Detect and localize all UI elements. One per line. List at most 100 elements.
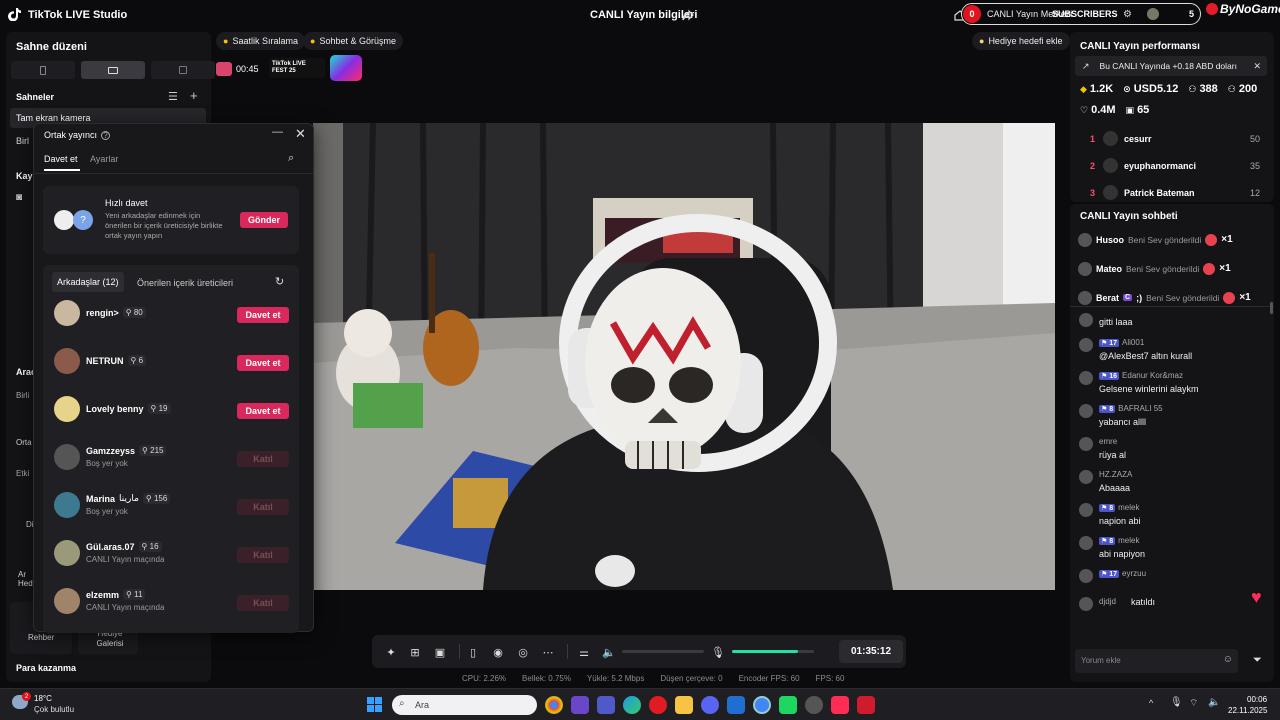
volume-slider[interactable] xyxy=(622,650,704,653)
tab-suggested[interactable]: Önerilen içerik üreticileri xyxy=(137,278,233,288)
speaker-icon[interactable]: 🔈 xyxy=(602,645,616,659)
scene-item-2[interactable]: Birl xyxy=(16,136,29,146)
mail-icon[interactable] xyxy=(727,696,745,714)
ranking-row[interactable]: 1 cesurr 50 xyxy=(1070,128,1274,155)
chat-message[interactable]: ⚑ 8 melek abi napiyon xyxy=(1079,534,1267,567)
chat-username[interactable]: melek xyxy=(1118,503,1139,512)
close-icon[interactable]: ✕ xyxy=(295,126,306,142)
mic-level-slider[interactable] xyxy=(732,650,814,653)
chat-message[interactable]: ⚑ 8 melek napion abi xyxy=(1079,501,1267,534)
mixer-icon[interactable]: ⚌ xyxy=(577,645,591,659)
invite-button[interactable]: Davet et xyxy=(237,307,289,323)
user-icon: ⚲ xyxy=(126,590,135,599)
chrome-active-icon[interactable] xyxy=(753,696,771,714)
file-explorer-icon[interactable] xyxy=(675,696,693,714)
obs-icon[interactable] xyxy=(805,696,823,714)
rank-number: 3 xyxy=(1090,188,1096,198)
tab-invite[interactable]: Davet et xyxy=(44,154,78,164)
microphone-icon[interactable]: 🎙 xyxy=(1170,697,1183,708)
tab-settings[interactable]: Ayarlar xyxy=(90,154,118,164)
chat-username[interactable]: BAFRALI 55 xyxy=(1118,404,1162,413)
avatar[interactable] xyxy=(54,348,80,374)
add-scene-icon[interactable]: + xyxy=(190,88,198,103)
clock-date[interactable]: 22.11.2025 xyxy=(1228,706,1267,715)
chat-username[interactable]: HZ.ZAZA xyxy=(1099,470,1132,479)
landscape-layout-button[interactable] xyxy=(81,61,145,79)
portrait-layout-button[interactable] xyxy=(11,61,75,79)
chat-message[interactable]: HZ.ZAZA Abaaaa xyxy=(1079,468,1267,501)
bynogame-logo-icon xyxy=(1206,3,1218,15)
more-icon[interactable]: ⋯ xyxy=(541,645,555,659)
list-icon[interactable]: ☰ xyxy=(168,90,178,103)
avatar[interactable] xyxy=(1147,8,1159,20)
minimize-icon[interactable]: — xyxy=(272,126,283,138)
hourly-ranking-chip[interactable]: ● Saatlik Sıralama xyxy=(216,32,305,50)
chat-username[interactable]: Ali001 xyxy=(1122,338,1144,347)
chat-username[interactable]: djdjd xyxy=(1099,597,1116,606)
youtube-icon[interactable] xyxy=(857,696,875,714)
chat-username[interactable]: Edanur Kor&maz xyxy=(1122,371,1183,380)
search-icon[interactable]: ⌕ xyxy=(288,152,294,165)
refresh-icon[interactable]: ↻ xyxy=(275,275,284,288)
avatar[interactable] xyxy=(54,396,80,422)
ranking-row[interactable]: 2 eyuphanormanci 35 xyxy=(1070,155,1274,182)
clock-time[interactable]: 00:06 xyxy=(1247,695,1267,704)
layout-icon[interactable]: ▣ xyxy=(433,645,447,659)
gift-goal-chip[interactable]: ● Hediye hedefi ekle xyxy=(972,32,1070,50)
send-button[interactable]: Gönder xyxy=(240,212,288,228)
chat-message[interactable]: gitti laaa xyxy=(1079,311,1267,336)
camera-icon[interactable]: ◙ xyxy=(16,192,22,203)
invite-button[interactable]: Davet et xyxy=(237,403,289,419)
slack-icon[interactable] xyxy=(571,696,589,714)
teams-icon[interactable] xyxy=(597,696,615,714)
avatar[interactable] xyxy=(54,444,80,470)
video-preview[interactable] xyxy=(313,123,1055,590)
taskbar-search[interactable]: ⌕ Ara xyxy=(392,695,537,715)
windows-start-icon[interactable] xyxy=(367,697,382,712)
settings-icon[interactable]: ⚙ xyxy=(1123,9,1132,20)
phone-icon[interactable]: ▯ xyxy=(466,645,480,659)
chat-message[interactable]: ⚑ 16 Edanur Kor&maz Gelsene winlerini alay… xyxy=(1079,369,1267,402)
chat-message[interactable]: ⚑ 17 eyrzuu xyxy=(1079,567,1267,595)
chrome-icon[interactable] xyxy=(545,696,563,714)
heart-icon[interactable]: ♥ xyxy=(1251,587,1262,608)
chat-username[interactable]: melek xyxy=(1118,536,1139,545)
avatar[interactable] xyxy=(54,540,80,566)
volume-icon[interactable]: 🔈 xyxy=(1208,697,1220,708)
app-green-icon[interactable] xyxy=(779,696,797,714)
live-fest-banner[interactable]: TikTok LIVE FEST 25 xyxy=(269,58,325,78)
tiktok-live-icon[interactable] xyxy=(831,696,849,714)
help-icon[interactable]: ? xyxy=(101,130,111,140)
live-fest-logo-icon[interactable] xyxy=(330,55,362,81)
avatar[interactable] xyxy=(54,300,80,326)
chat-message[interactable]: ⚑ 8 BAFRALI 55 yabancı allll xyxy=(1079,402,1267,435)
tab-friends[interactable]: Arkadaşlar (12) xyxy=(52,272,124,292)
label-orta[interactable]: Orta xyxy=(16,438,32,447)
close-icon[interactable]: ✕ xyxy=(1253,61,1261,72)
chat-scrollbar[interactable] xyxy=(1270,302,1273,314)
chat-message[interactable]: emre rüya al xyxy=(1079,435,1267,468)
invite-button[interactable]: Davet et xyxy=(237,355,289,371)
discord-icon[interactable] xyxy=(701,696,719,714)
opera-icon[interactable] xyxy=(649,696,667,714)
comment-input[interactable]: Yorum ekle ☺ xyxy=(1075,649,1238,673)
add-source-icon[interactable]: ⊞ xyxy=(408,645,422,659)
record-icon[interactable]: ◉ xyxy=(491,645,505,659)
chat-username[interactable]: eyrzuu xyxy=(1122,569,1146,578)
filter-icon[interactable]: ⏷ xyxy=(1253,654,1262,667)
share-icon[interactable] xyxy=(682,9,694,21)
edge-icon[interactable] xyxy=(623,696,641,714)
microphone-icon[interactable]: 🎙 xyxy=(711,645,725,659)
emoji-icon[interactable]: ☺ xyxy=(1223,654,1233,665)
chat-meet-chip[interactable]: ● Sohbet & Görüşme xyxy=(303,32,403,50)
avatar[interactable] xyxy=(54,588,80,614)
chevron-up-icon[interactable]: ^ xyxy=(1149,698,1153,708)
network-icon[interactable]: ⌔ xyxy=(1189,697,1198,710)
rotate-layout-button[interactable] xyxy=(151,61,215,79)
capture-icon[interactable]: ◎ xyxy=(516,645,530,659)
magic-wand-icon[interactable]: ✦ xyxy=(384,645,398,659)
avatar[interactable] xyxy=(54,492,80,518)
chat-message[interactable]: ⚑ 17 Ali001 @AlexBest7 altın kurall xyxy=(1079,336,1267,369)
chat-message[interactable]: djdjd katıldı xyxy=(1079,595,1267,628)
chat-username[interactable]: emre xyxy=(1099,437,1117,446)
